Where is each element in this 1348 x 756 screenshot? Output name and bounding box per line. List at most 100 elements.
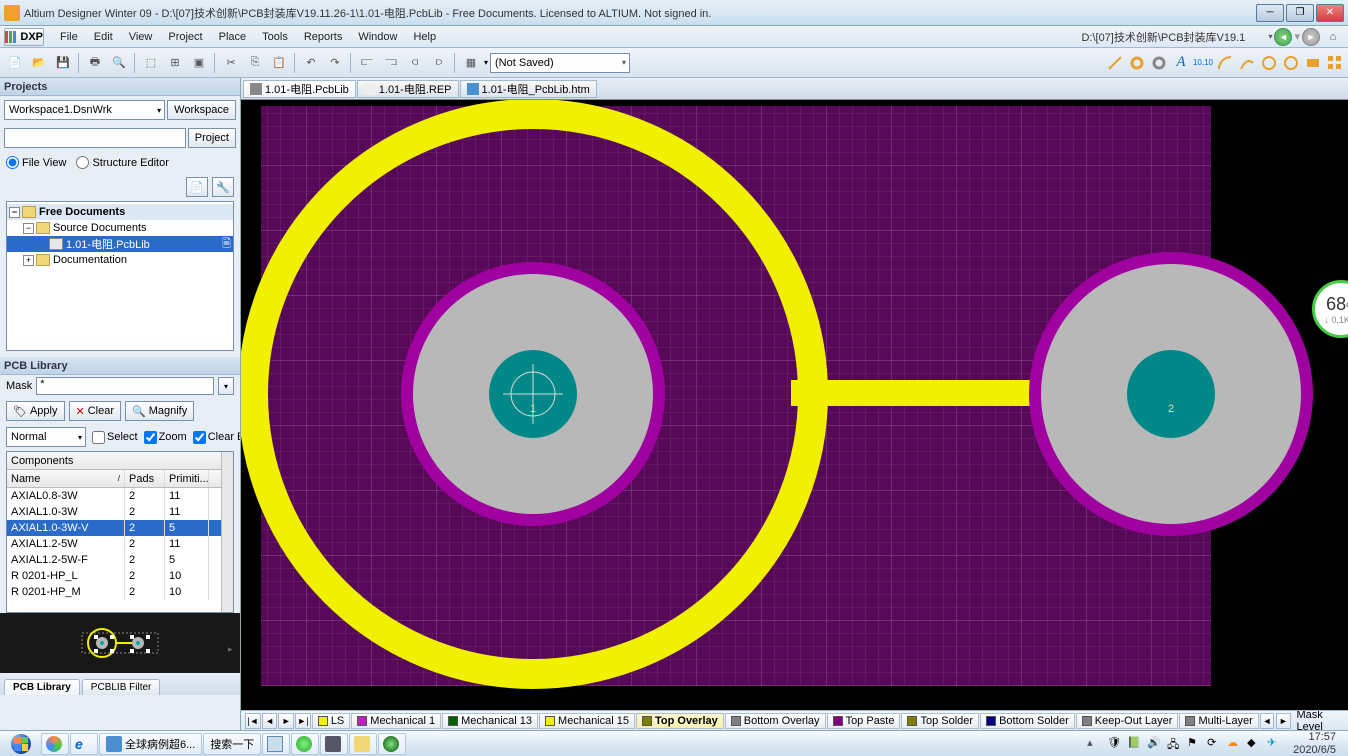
magnify-button[interactable]: 🔍Magnify [125,401,194,421]
apply-button[interactable]: 🏷Apply [6,401,65,421]
tray-app2-icon[interactable]: ◆ [1247,736,1263,752]
align-top-button[interactable]: ⫏ [404,52,426,74]
tray-shield-icon[interactable]: 🛡 [1107,736,1123,752]
layer-tab[interactable]: Mechanical 13 [442,713,538,729]
menu-reports[interactable]: Reports [296,29,351,45]
layer-nav-scroll-r[interactable]: ► [1276,713,1290,729]
pcb-canvas[interactable]: 1 2 68% ↓ 0.1K/s ☺ [241,100,1348,710]
layer-tab[interactable]: Top Overlay [636,713,724,729]
component-row[interactable]: AXIAL0.8-3W211 [7,488,233,504]
project-tree[interactable]: −Free Documents −Source Documents 1.01-电… [6,201,234,351]
doc-tab-0[interactable]: 1.01-电阻.PcbLib [243,80,356,98]
start-button[interactable] [2,732,40,756]
layer-tab[interactable]: Bottom Overlay [725,713,826,729]
clear-button[interactable]: ✕Clear [69,401,122,421]
place-pad-icon[interactable] [1128,54,1146,72]
pinned-app-2[interactable] [378,733,406,755]
component-row[interactable]: AXIAL1.0-3W-V25 [7,520,233,536]
tree-documentation[interactable]: +Documentation [7,252,233,268]
layer-nav-prev[interactable]: ◄ [262,713,278,729]
project-refresh-button[interactable]: 🔧 [212,177,234,197]
tab-pcblib-filter[interactable]: PCBLIB Filter [82,679,161,695]
place-arc3-icon[interactable] [1260,54,1278,72]
place-arc2-icon[interactable] [1238,54,1256,72]
select-checkbox[interactable]: Select [92,431,138,444]
component-row[interactable]: R 0201-HP_L210 [7,568,233,584]
place-line-icon[interactable] [1106,54,1124,72]
project-button[interactable]: Project [188,128,236,148]
undo-button[interactable]: ↶ [300,52,322,74]
align-bot-button[interactable]: ⫐ [428,52,450,74]
tree-root[interactable]: −Free Documents [7,204,233,220]
workspace-button[interactable]: Workspace [167,100,236,120]
menu-place[interactable]: Place [211,29,255,45]
place-rect-icon[interactable] [1304,54,1322,72]
menu-file[interactable]: File [52,29,86,45]
grid-scrollbar[interactable] [221,452,233,612]
copy-button[interactable]: ⎘ [244,52,266,74]
tray-cloud-icon[interactable]: ☁ [1227,736,1243,752]
nav-back-button[interactable]: ◄ [1274,28,1292,46]
menu-project[interactable]: Project [160,29,210,45]
col-pads[interactable]: Pads [125,470,165,487]
mask-dropdown[interactable]: ▾ [218,377,234,395]
pinned-ie[interactable]: e [70,733,98,755]
task-0[interactable]: 全球病例超6... [99,733,202,755]
clear-existing-checkbox[interactable]: Clear E [193,431,240,444]
tray-sync-icon[interactable]: ⟳ [1207,736,1223,752]
preview-button[interactable]: 🔍 [108,52,130,74]
structure-editor-radio[interactable]: Structure Editor [76,156,168,169]
doc-tab-2[interactable]: 1.01-电阻_PcbLib.htm [460,80,597,98]
pinned-explorer[interactable] [349,733,377,755]
layer-tab[interactable]: Multi-Layer [1179,713,1258,729]
tray-app-icon[interactable]: 📗 [1127,736,1143,752]
place-string-icon[interactable]: A [1172,54,1190,72]
tab-pcb-library[interactable]: PCB Library [4,679,80,695]
nav-path-box[interactable]: D:\[07]技术创新\PCB封装库V19.1 [1081,29,1266,45]
layer-nav-first[interactable]: |◄ [245,713,261,729]
layer-nav-last[interactable]: ►| [295,713,311,729]
tray-volume-icon[interactable]: 🔊 [1147,736,1163,752]
new-button[interactable]: 📄 [4,52,26,74]
workspace-combo[interactable]: Workspace1.DsnWrk [4,100,165,120]
snap-combo[interactable]: (Not Saved) [490,53,630,73]
tray-flag-icon[interactable]: ⚑ [1187,736,1203,752]
zoom-area-button[interactable]: ⬚ [140,52,162,74]
menu-edit[interactable]: Edit [86,29,121,45]
paste-button[interactable]: 📋 [268,52,290,74]
redo-button[interactable]: ↷ [324,52,346,74]
doc-tab-1[interactable]: 1.01-电阻.REP [357,80,459,98]
tray-network-icon[interactable]: 🖧 [1167,736,1183,752]
normal-combo[interactable]: Normal [6,427,86,447]
place-array-icon[interactable] [1326,54,1344,72]
minimize-button[interactable]: ─ [1256,4,1284,22]
menu-help[interactable]: Help [405,29,444,45]
component-row[interactable]: AXIAL1.2-5W-F25 [7,552,233,568]
place-arc1-icon[interactable] [1216,54,1234,72]
zoom-sel-button[interactable]: ▣ [188,52,210,74]
tray-app3-icon[interactable]: ✈ [1267,736,1283,752]
print-button[interactable]: 🖶 [84,52,106,74]
dxp-menu-button[interactable]: DXP [4,28,44,46]
place-circle-icon[interactable] [1282,54,1300,72]
component-row[interactable]: AXIAL1.0-3W211 [7,504,233,520]
task-altium[interactable] [320,733,348,755]
menu-tools[interactable]: Tools [254,29,296,45]
open-button[interactable]: 📂 [28,52,50,74]
pinned-browser[interactable] [291,733,319,755]
col-name[interactable]: Name/ [7,470,125,487]
mask-level-button[interactable]: Mask Level [1293,710,1344,730]
cut-button[interactable]: ✂ [220,52,242,74]
layer-tab[interactable]: Keep-Out Layer [1076,713,1179,729]
tree-file[interactable]: 1.01-电阻.PcbLib🗎 [7,236,233,252]
taskbar-clock[interactable]: 17:57 2020/6/5 [1287,731,1342,755]
nav-fwd-button[interactable]: ► [1302,28,1320,46]
align-left-button[interactable]: ⫍ [356,52,378,74]
pinned-calc[interactable] [262,733,290,755]
layer-tab[interactable]: Mechanical 15 [539,713,635,729]
close-button[interactable]: ✕ [1316,4,1344,22]
menu-window[interactable]: Window [350,29,405,45]
layer-nav-next[interactable]: ► [278,713,294,729]
nav-home-button[interactable]: ⌂ [1322,26,1344,48]
task-1[interactable]: 搜索一下 [203,733,261,755]
